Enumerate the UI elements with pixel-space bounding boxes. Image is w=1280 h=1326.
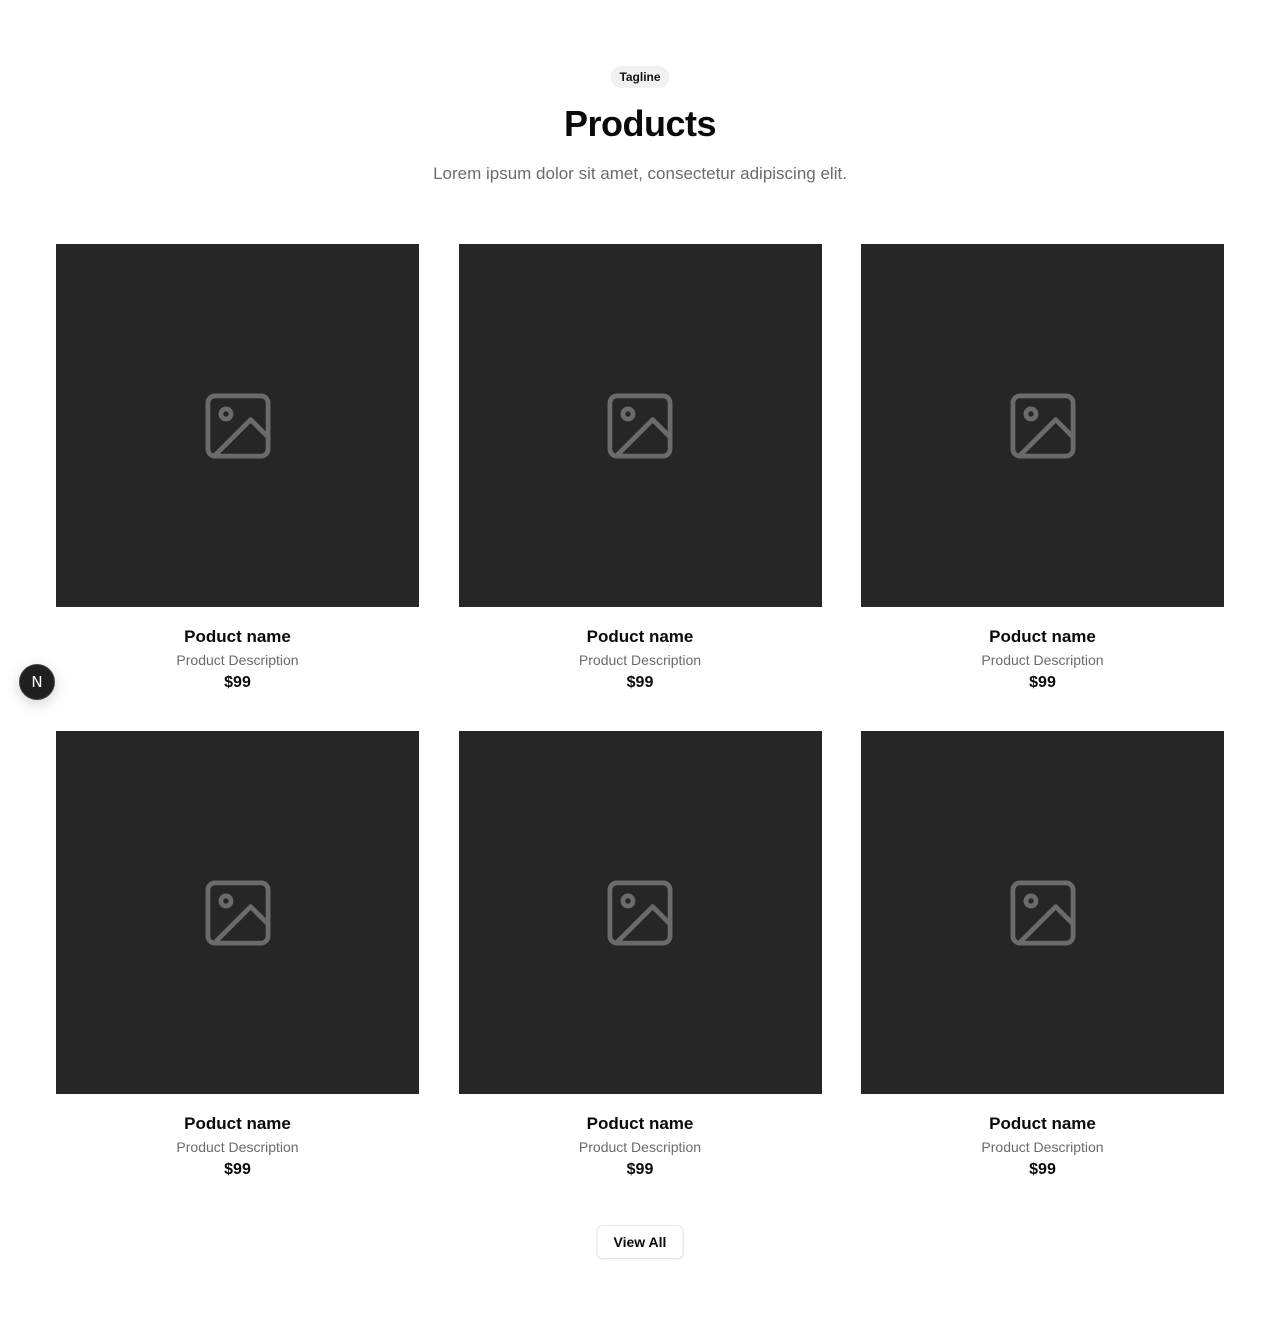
- product-name[interactable]: Poduct name: [184, 627, 291, 647]
- dev-badge-letter: N: [31, 673, 43, 691]
- product-description: Product Description: [981, 1139, 1104, 1155]
- product-image[interactable]: [458, 731, 822, 1094]
- product-description: Product Description: [176, 652, 299, 668]
- product-name[interactable]: Poduct name: [989, 627, 1096, 647]
- product-image[interactable]: [56, 731, 419, 1094]
- product-price: $99: [224, 1161, 251, 1178]
- image-placeholder-icon: [607, 393, 673, 458]
- product-image[interactable]: [56, 244, 419, 607]
- image-placeholder-icon: [1010, 880, 1075, 945]
- product-card[interactable]: Poduct name Product Description $99: [56, 244, 419, 693]
- page-subtitle: Lorem ipsum dolor sit amet, consectetur …: [433, 164, 847, 183]
- product-card[interactable]: Poduct name Product Description $99: [458, 244, 822, 693]
- product-price: $99: [1029, 1161, 1056, 1178]
- product-card[interactable]: Poduct name Product Description $99: [861, 244, 1224, 693]
- product-card[interactable]: Poduct name Product Description $99: [458, 731, 822, 1180]
- product-price: $99: [626, 1161, 654, 1178]
- product-image[interactable]: [458, 244, 822, 607]
- image-placeholder-icon: [607, 880, 673, 945]
- product-description: Product Description: [578, 1139, 702, 1155]
- product-card[interactable]: Poduct name Product Description $99: [861, 731, 1224, 1180]
- product-price: $99: [224, 674, 251, 691]
- product-image[interactable]: [861, 731, 1224, 1094]
- product-description: Product Description: [578, 652, 702, 668]
- image-placeholder-icon: [205, 393, 270, 458]
- image-placeholder-icon: [205, 880, 270, 945]
- tagline-badge: Tagline: [610, 66, 670, 88]
- image-placeholder-icon: [1010, 393, 1075, 458]
- product-name[interactable]: Poduct name: [587, 627, 694, 647]
- product-description: Product Description: [176, 1139, 299, 1155]
- product-description: Product Description: [981, 652, 1104, 668]
- product-price: $99: [626, 674, 654, 691]
- nextjs-dev-indicator-icon[interactable]: N: [19, 664, 55, 700]
- product-name[interactable]: Poduct name: [184, 1114, 291, 1134]
- product-name[interactable]: Poduct name: [587, 1114, 694, 1134]
- product-card[interactable]: Poduct name Product Description $99: [56, 731, 419, 1180]
- product-grid: Poduct name Product Description $99 Podu…: [56, 244, 1224, 1180]
- product-price: $99: [1029, 674, 1056, 691]
- view-all-button[interactable]: View All: [596, 1225, 684, 1259]
- product-name[interactable]: Poduct name: [989, 1114, 1096, 1134]
- product-image[interactable]: [861, 244, 1224, 607]
- page-title: Products: [563, 103, 717, 144]
